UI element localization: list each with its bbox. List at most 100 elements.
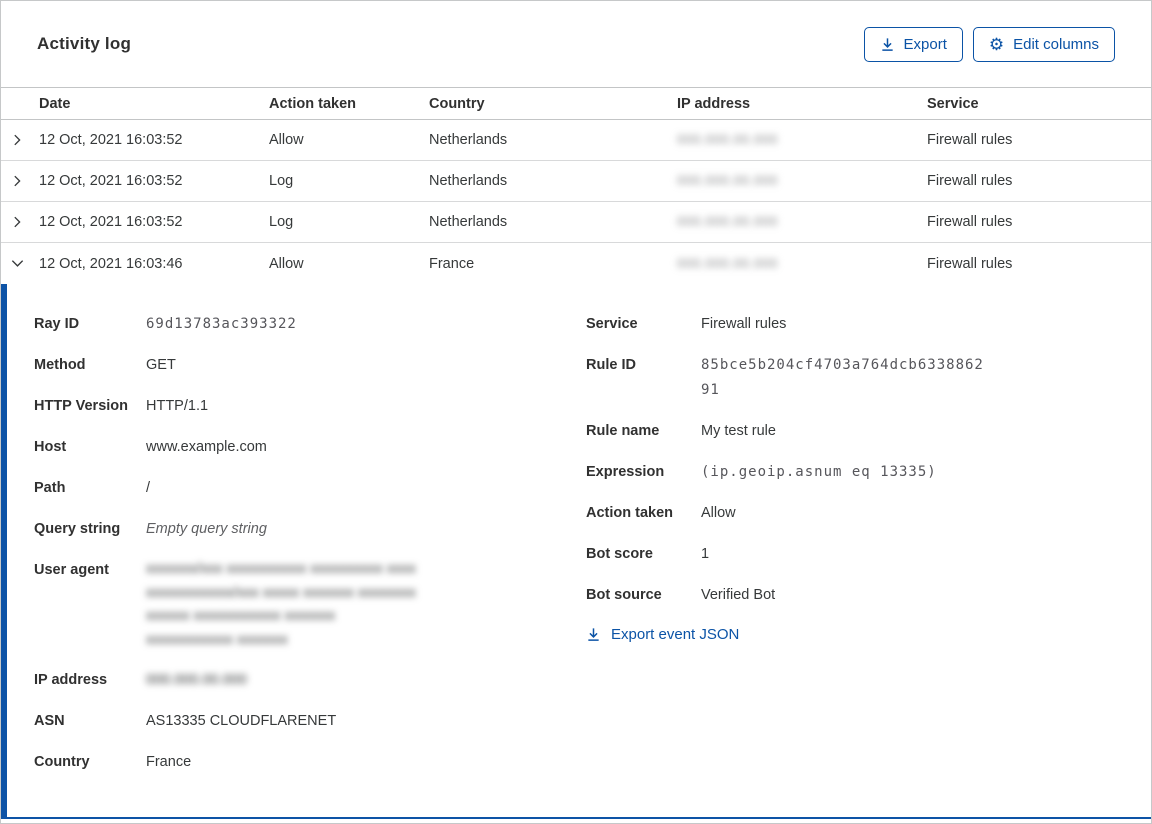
field-http-version: HTTP Version HTTP/1.1 — [34, 394, 586, 419]
field-value: Allow — [701, 505, 736, 521]
cell-date: 12 Oct, 2021 16:03:52 — [39, 214, 183, 230]
table-row[interactable]: 12 Oct, 2021 16:03:52 Log Netherlands 00… — [1, 161, 1151, 202]
field-value: Empty query string — [146, 521, 267, 537]
field-label: Service — [586, 316, 638, 332]
field-ip-address: IP address 000.000.00.000 — [34, 668, 586, 693]
cell-service: Firewall rules — [927, 173, 1013, 189]
edit-columns-button-label: Edit columns — [1013, 35, 1099, 53]
chevron-right-icon — [10, 215, 24, 229]
expand-row-button[interactable] — [10, 133, 24, 147]
cell-country: Netherlands — [429, 214, 508, 230]
field-label: HTTP Version — [34, 398, 129, 414]
cell-date: 12 Oct, 2021 16:03:52 — [39, 132, 183, 148]
export-event-json-link[interactable]: Export event JSON — [586, 626, 739, 643]
field-value: GET — [146, 357, 176, 373]
table-header-row: Date Action taken Country IP address Ser… — [1, 87, 1151, 120]
field-user-agent: User agent xxxxxxx/xxx xxxxxxxxxxx xxxxx… — [34, 558, 586, 652]
field-rule-name: Rule name My test rule — [586, 419, 1151, 444]
chevron-down-icon — [10, 256, 25, 271]
field-country: Country France — [34, 750, 586, 775]
field-action-taken: Action taken Allow — [586, 501, 1151, 526]
table-row[interactable]: 12 Oct, 2021 16:03:52 Allow Netherlands … — [1, 120, 1151, 161]
table-row[interactable]: 12 Oct, 2021 16:03:52 Log Netherlands 00… — [1, 202, 1151, 243]
field-label: Rule name — [586, 423, 660, 439]
field-label: Host — [34, 439, 67, 455]
field-rule-id: Rule ID 85bce5b204cf4703a764dcb633886291 — [586, 353, 1151, 403]
cell-country: Netherlands — [429, 132, 508, 148]
cell-action: Allow — [269, 132, 304, 148]
field-value: 69d13783ac393322 — [146, 316, 297, 332]
expand-row-button[interactable] — [10, 174, 24, 188]
field-asn: ASN AS13335 CLOUDFLARENET — [34, 709, 586, 734]
header-action: Action taken — [269, 95, 357, 112]
field-value: www.example.com — [146, 439, 267, 455]
page-title: Activity log — [37, 34, 132, 53]
field-value: Verified Bot — [701, 587, 776, 603]
field-value: HTTP/1.1 — [146, 398, 209, 414]
field-value: 1 — [701, 546, 710, 562]
gear-icon: ⚙ — [988, 34, 1005, 54]
field-label: Rule ID — [586, 357, 636, 373]
field-label: Method — [34, 357, 86, 373]
field-label: ASN — [34, 713, 65, 729]
export-button-label: Export — [903, 35, 947, 53]
chevron-right-icon — [10, 174, 24, 188]
field-label: Path — [34, 480, 66, 496]
header-country: Country — [429, 95, 485, 112]
topbar: Activity log Export ⚙ Edit columns — [1, 1, 1151, 87]
header-service: Service — [927, 95, 979, 112]
field-expression: Expression (ip.geoip.asnum eq 13335) — [586, 460, 1151, 485]
detail-left-column: Ray ID 69d13783ac393322 Method GET HTTP … — [34, 312, 586, 817]
field-label: Ray ID — [34, 316, 80, 332]
table-row-expanded[interactable]: 12 Oct, 2021 16:03:46 Allow France 000.0… — [1, 243, 1151, 284]
cell-ip-redacted: 000.000.00.000 — [677, 173, 778, 188]
collapse-row-button[interactable] — [10, 256, 25, 271]
field-label: IP address — [34, 672, 108, 688]
chevron-right-icon — [10, 133, 24, 147]
detail-right-column: Service Firewall rules Rule ID 85bce5b20… — [586, 312, 1151, 817]
edit-columns-button[interactable]: ⚙ Edit columns — [972, 26, 1115, 62]
field-label: Query string — [34, 521, 121, 537]
expand-row-button[interactable] — [10, 215, 24, 229]
field-value: / — [146, 480, 151, 496]
field-label: Bot source — [586, 587, 662, 603]
header-date: Date — [39, 95, 71, 112]
field-method: Method GET — [34, 353, 586, 378]
cell-ip-redacted: 000.000.00.000 — [677, 132, 778, 147]
field-label: User agent — [34, 562, 109, 578]
bottom-gap — [1, 819, 1151, 823]
download-icon — [880, 37, 895, 52]
export-event-json-label: Export event JSON — [611, 626, 740, 643]
field-bot-source: Bot source Verified Bot — [586, 583, 1151, 608]
cell-ip-redacted: 000.000.00.000 — [677, 214, 778, 229]
cell-action: Log — [269, 214, 294, 230]
field-service: Service Firewall rules — [586, 312, 1151, 337]
field-value: France — [146, 754, 192, 770]
field-value: AS13335 CLOUDFLARENET — [146, 713, 337, 729]
activity-log-panel: Activity log Export ⚙ Edit columns Date … — [0, 0, 1152, 824]
field-label: Expression — [586, 464, 665, 480]
toolbar: Export ⚙ Edit columns — [863, 26, 1115, 62]
header-ip: IP address — [677, 95, 751, 112]
download-icon — [586, 627, 601, 642]
event-detail-panel: Ray ID 69d13783ac393322 Method GET HTTP … — [1, 284, 1151, 817]
cell-service: Firewall rules — [927, 255, 1013, 272]
cell-country: Netherlands — [429, 173, 508, 189]
field-value: My test rule — [701, 423, 776, 439]
cell-action: Log — [269, 173, 294, 189]
field-host: Host www.example.com — [34, 435, 586, 460]
field-value-redacted: 000.000.00.000 — [146, 672, 247, 688]
cell-action: Allow — [269, 255, 304, 272]
field-value-redacted: xxxxxxx/xxx xxxxxxxxxxx xxxxxxxxxx xxxx … — [146, 561, 416, 648]
field-label: Action taken — [586, 505, 674, 521]
export-button[interactable]: Export — [863, 26, 963, 62]
cell-service: Firewall rules — [927, 214, 1013, 230]
field-ray-id: Ray ID 69d13783ac393322 — [34, 312, 586, 337]
cell-date: 12 Oct, 2021 16:03:52 — [39, 173, 183, 189]
cell-country: France — [429, 255, 475, 272]
field-query-string: Query string Empty query string — [34, 517, 586, 542]
cell-ip-redacted: 000.000.00.000 — [677, 255, 778, 271]
cell-date: 12 Oct, 2021 16:03:46 — [39, 255, 183, 272]
field-label: Country — [34, 754, 90, 770]
field-value: (ip.geoip.asnum eq 13335) — [701, 464, 937, 480]
